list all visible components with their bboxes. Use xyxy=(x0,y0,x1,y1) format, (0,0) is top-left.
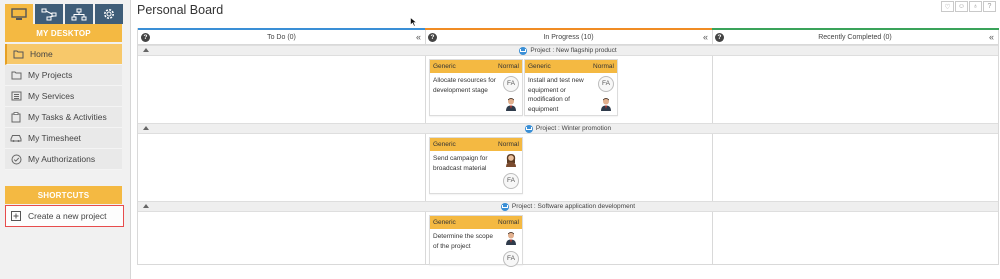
avatar-man-icon xyxy=(601,98,611,111)
column-header-in-progress: ? In Progress (10) « xyxy=(425,30,712,45)
collapse-triangle-icon[interactable] xyxy=(143,204,149,208)
help-icon[interactable]: ? xyxy=(428,33,437,42)
mouse-cursor-icon xyxy=(410,17,418,27)
assignee-badge[interactable]: FA xyxy=(503,251,519,267)
shortcuts-header: SHORTCUTS xyxy=(5,186,122,204)
collapse-triangle-icon[interactable] xyxy=(143,48,149,52)
task-card[interactable]: Generic Normal Allocate resources for de… xyxy=(429,59,523,116)
sidebar-item-label: My Projects xyxy=(28,70,73,80)
card-type: Generic xyxy=(433,141,456,148)
workflow-icon[interactable] xyxy=(35,4,63,24)
column-divider xyxy=(712,30,713,264)
card-text: Send campaign for broadcast material xyxy=(433,155,488,172)
org-chart-icon[interactable] xyxy=(65,4,93,24)
help-icon[interactable]: ? xyxy=(141,33,150,42)
top-icon-bar xyxy=(5,4,125,24)
home-icon xyxy=(12,48,24,60)
help-icon[interactable]: ? xyxy=(715,33,724,42)
sidebar-item-my-timesheet[interactable]: My Timesheet xyxy=(5,128,122,149)
task-card[interactable]: Generic Normal Determine the scope of th… xyxy=(429,215,523,267)
gear-icon[interactable] xyxy=(95,4,123,24)
avatar-man-icon xyxy=(506,232,516,245)
assignee-badge[interactable]: FA xyxy=(503,76,519,92)
project-label: Project : New flagship product xyxy=(530,47,617,54)
create-project-shortcut[interactable]: Create a new project xyxy=(5,205,124,227)
card-priority: Normal xyxy=(593,63,614,70)
card-priority: Normal xyxy=(498,141,519,148)
smile-icon[interactable]: ☺ xyxy=(955,1,968,12)
card-body: Send campaign for broadcast material FA xyxy=(430,151,522,193)
card-header: Generic Normal xyxy=(430,138,522,151)
card-body: Determine the scope of the project FA xyxy=(430,229,522,267)
shortcut-label: Create a new project xyxy=(28,211,107,221)
card-body: Allocate resources for development stage… xyxy=(430,73,522,115)
card-header: Generic Normal xyxy=(525,60,617,73)
column-divider xyxy=(425,30,426,264)
sidebar-item-label: Home xyxy=(30,49,53,59)
card-text: Install and test new equipment or modifi… xyxy=(528,77,584,113)
header-icons: ♡ ☺ ♁ ? xyxy=(940,1,996,12)
avatar-man-icon xyxy=(506,98,516,111)
column-header-completed: ? Recently Completed (0) « xyxy=(712,30,998,45)
project-icon xyxy=(500,202,509,211)
column-title: To Do (0) xyxy=(267,33,296,41)
sidebar-item-home[interactable]: Home xyxy=(5,44,122,65)
project-icon xyxy=(524,124,533,133)
card-header: Generic Normal xyxy=(430,60,522,73)
project-lane-header[interactable]: Project : New flagship product xyxy=(138,45,998,56)
column-title: In Progress (10) xyxy=(543,33,594,41)
sidebar-item-label: My Tasks & Activities xyxy=(28,112,107,122)
plus-square-icon xyxy=(11,211,21,221)
check-circle-icon xyxy=(10,153,22,165)
sidebar-item-my-tasks[interactable]: My Tasks & Activities xyxy=(5,107,122,128)
card-priority: Normal xyxy=(498,219,519,226)
heart-icon[interactable]: ♡ xyxy=(941,1,954,12)
column-header-todo: ? To Do (0) « xyxy=(138,30,425,45)
bulb-icon[interactable]: ♁ xyxy=(969,1,982,12)
clipboard-icon xyxy=(10,111,22,123)
card-text: Allocate resources for development stage xyxy=(433,77,496,94)
card-type: Generic xyxy=(433,63,456,70)
card-type: Generic xyxy=(433,219,456,226)
project-lane-header[interactable]: Project : Software application developme… xyxy=(138,201,998,212)
collapse-triangle-icon[interactable] xyxy=(143,126,149,130)
sidebar-nav: Home My Projects My Services My Tasks & … xyxy=(5,44,122,170)
project-icon xyxy=(519,46,528,55)
collapse-icon[interactable]: « xyxy=(703,32,708,42)
project-label: Project : Software application developme… xyxy=(511,203,636,210)
sidebar-item-my-services[interactable]: My Services xyxy=(5,86,122,107)
assignee-badge[interactable]: FA xyxy=(503,173,519,189)
page-title: Personal Board xyxy=(137,3,224,17)
collapse-icon[interactable]: « xyxy=(989,32,994,42)
sidebar-item-label: My Timesheet xyxy=(28,133,81,143)
task-card[interactable]: Generic Normal Install and test new equi… xyxy=(524,59,618,116)
sidebar-item-my-projects[interactable]: My Projects xyxy=(5,65,122,86)
card-header: Generic Normal xyxy=(430,216,522,229)
sidebar: MY DESKTOP Home My Projects My Services … xyxy=(0,0,131,279)
list-icon xyxy=(10,90,22,102)
assignee-badge[interactable]: FA xyxy=(598,76,614,92)
project-lane-header[interactable]: Project : Winter promotion xyxy=(138,123,998,134)
collapse-icon[interactable]: « xyxy=(416,32,421,42)
card-text: Determine the scope of the project xyxy=(433,233,493,250)
task-card[interactable]: Generic Normal Send campaign for broadca… xyxy=(429,137,523,194)
folder-icon xyxy=(10,69,22,81)
help-icon[interactable]: ? xyxy=(983,1,996,12)
avatar-woman-icon xyxy=(506,154,516,167)
column-title: Recently Completed (0) xyxy=(818,33,892,41)
sidebar-item-label: My Authorizations xyxy=(28,154,96,164)
card-body: Install and test new equipment or modifi… xyxy=(525,73,617,115)
project-label: Project : Winter promotion xyxy=(535,125,612,132)
sidebar-item-label: My Services xyxy=(28,91,75,101)
kanban-board: ? To Do (0) « ? In Progress (10) « ? Rec… xyxy=(137,28,999,267)
car-icon xyxy=(10,132,22,144)
desktop-icon[interactable] xyxy=(5,4,33,24)
card-priority: Normal xyxy=(498,63,519,70)
card-type: Generic xyxy=(528,63,551,70)
sidebar-item-my-authorizations[interactable]: My Authorizations xyxy=(5,149,122,170)
my-desktop-header: MY DESKTOP xyxy=(5,24,122,42)
